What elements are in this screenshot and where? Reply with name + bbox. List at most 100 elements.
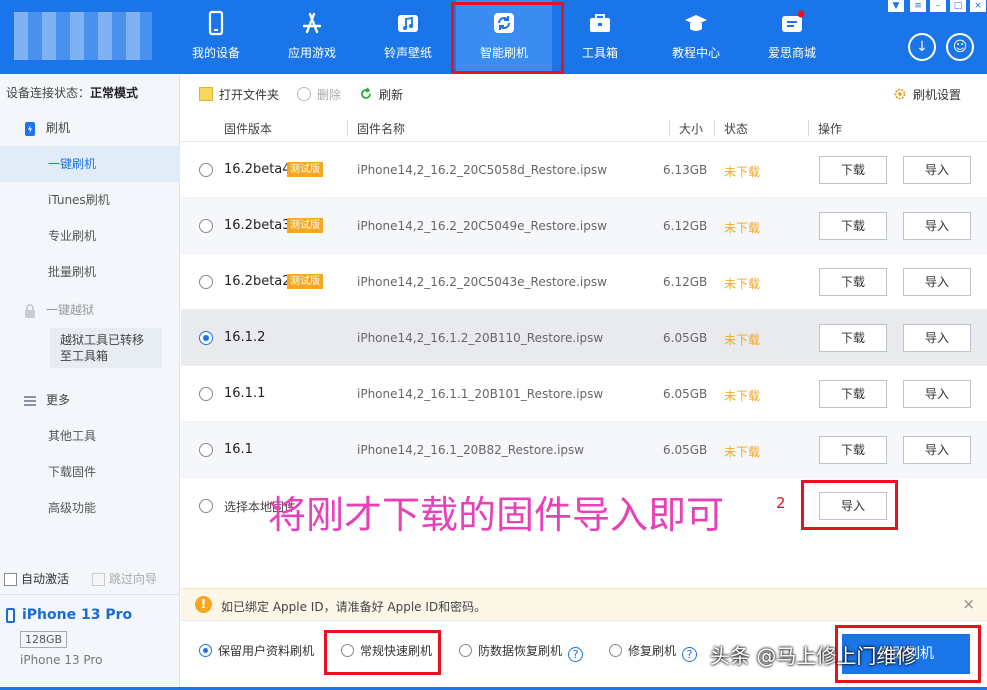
- row-radio[interactable]: [199, 387, 213, 401]
- table-row[interactable]: 16.1 iPhone14,2_16.1_20B82_Restore.ipsw …: [181, 422, 987, 478]
- import-button[interactable]: 导入: [903, 156, 971, 184]
- delete-button[interactable]: 删除: [297, 86, 341, 103]
- open-folder-button[interactable]: 打开文件夹: [199, 86, 279, 103]
- nav-store[interactable]: 爱思商城: [744, 0, 840, 74]
- mode-quick[interactable]: 常规快速刷机: [341, 642, 432, 659]
- download-button[interactable]: 下载: [819, 436, 887, 464]
- nav-tutorials[interactable]: 教程中心: [648, 0, 744, 74]
- row-radio[interactable]: [199, 163, 213, 177]
- refresh-button[interactable]: 刷新: [359, 86, 403, 103]
- beta-badge: 测试版: [287, 162, 323, 177]
- nav-ringtones[interactable]: 铃声壁纸: [360, 0, 456, 74]
- download-button[interactable]: 下载: [819, 268, 887, 296]
- toolbar: 打开文件夹 删除 刷新 刷机设置: [181, 74, 987, 114]
- row-radio[interactable]: [199, 331, 213, 345]
- mode-radio[interactable]: [341, 644, 354, 657]
- mode-radio[interactable]: [199, 644, 212, 657]
- annotation-number: 2: [776, 494, 786, 512]
- nav-label: 工具箱: [581, 46, 618, 60]
- row-radio[interactable]: [199, 275, 213, 289]
- status-value: 正常模式: [90, 86, 139, 100]
- sidebar-item-pro-flash[interactable]: 专业刷机: [0, 218, 180, 254]
- sidebar-head-flash: 刷机: [22, 110, 70, 146]
- nav-label: 应用游戏: [287, 46, 336, 60]
- nav-my-device[interactable]: 我的设备: [168, 0, 264, 74]
- menu-icon[interactable]: ▼: [888, 0, 904, 12]
- import-button[interactable]: 导入: [903, 436, 971, 464]
- sidebar-item-download-firmware[interactable]: 下载固件: [0, 454, 180, 490]
- auto-activate-checkbox[interactable]: 自动激活: [4, 570, 69, 587]
- sidebar-head-label: 刷机: [46, 121, 71, 135]
- apple-id-notice: ! 如已绑定 Apple ID，请准备好 Apple ID和密码。 ×: [181, 588, 987, 620]
- sidebar-item-itunes-flash[interactable]: iTunes刷机: [0, 182, 180, 218]
- row-radio[interactable]: [199, 443, 213, 457]
- import-button[interactable]: 导入: [903, 380, 971, 408]
- mode-anti-recovery[interactable]: 防数据恢复刷机?: [459, 642, 584, 662]
- mode-radio[interactable]: [609, 644, 622, 657]
- mode-label: 保留用户资料刷机: [218, 644, 315, 658]
- import-button[interactable]: 导入: [903, 212, 971, 240]
- minimize-icon[interactable]: –: [930, 0, 946, 12]
- col-divider: [808, 120, 809, 136]
- skip-guide-checkbox[interactable]: 跳过向导: [92, 570, 157, 587]
- table-row[interactable]: 16.2beta2 测试版 iPhone14,2_16.2_20C5043e_R…: [181, 254, 987, 310]
- sidebar: 设备连接状态：正常模式 刷机 一键刷机 iTunes刷机 专业刷机 批量刷机 一…: [0, 74, 180, 690]
- import-button[interactable]: 导入: [903, 268, 971, 296]
- status-label: 设备连接状态：: [6, 86, 91, 100]
- table-row-selected[interactable]: 16.1.2 iPhone14,2_16.1.2_20B110_Restore.…: [181, 310, 987, 366]
- firmware-size: 6.12GB: [663, 219, 708, 233]
- firmware-status: 未下载: [724, 165, 761, 179]
- refresh-icon: [361, 87, 371, 99]
- flash-phone-icon: [25, 121, 35, 136]
- mode-repair[interactable]: 修复刷机?: [609, 642, 698, 662]
- device-phone-icon: [6, 608, 15, 623]
- checkbox-box[interactable]: [4, 573, 17, 586]
- sidebar-item-one-click-flash[interactable]: 一键刷机: [0, 146, 180, 182]
- nav-apps-games[interactable]: 应用游戏: [264, 0, 360, 74]
- close-icon[interactable]: ×: [962, 595, 975, 613]
- download-icon[interactable]: ↓: [908, 33, 936, 61]
- download-button[interactable]: 下载: [819, 212, 887, 240]
- close-icon[interactable]: ×: [970, 0, 986, 12]
- checkbox-label: 跳过向导: [109, 572, 158, 586]
- flash-settings-button[interactable]: 刷机设置: [893, 86, 961, 103]
- sidebar-item-advanced[interactable]: 高级功能: [0, 490, 180, 526]
- firmware-size: 6.05GB: [663, 387, 708, 401]
- checkbox-box[interactable]: [92, 573, 105, 586]
- nav-smart-flash[interactable]: 智能刷机: [456, 0, 552, 74]
- local-import-button[interactable]: 导入: [819, 492, 887, 520]
- delete-icon: [297, 87, 311, 101]
- beta-badge: 测试版: [287, 218, 323, 233]
- refresh-icon: [494, 13, 514, 33]
- download-button[interactable]: 下载: [819, 156, 887, 184]
- table-row[interactable]: 16.2beta4 测试版 iPhone14,2_16.2_20C5058d_R…: [181, 142, 987, 198]
- help-icon[interactable]: ?: [568, 647, 584, 662]
- import-button[interactable]: 导入: [903, 324, 971, 352]
- col-divider: [347, 120, 348, 136]
- download-button[interactable]: 下载: [819, 324, 887, 352]
- table-row[interactable]: 16.1.1 iPhone14,2_16.1.1_20B101_Restore.…: [181, 366, 987, 422]
- row-radio[interactable]: [199, 499, 213, 513]
- help-icon[interactable]: ?: [682, 647, 698, 662]
- settings-icon[interactable]: ≡: [910, 0, 926, 12]
- table-row[interactable]: 16.2beta3 测试版 iPhone14,2_16.2_20C5049e_R…: [181, 198, 987, 254]
- firmware-version: 16.2beta2: [224, 274, 291, 289]
- col-name: 固件名称: [357, 122, 406, 136]
- firmware-version: 16.1: [224, 442, 253, 457]
- download-button[interactable]: 下载: [819, 380, 887, 408]
- user-icon[interactable]: ☺: [946, 33, 974, 61]
- mode-label: 修复刷机: [628, 644, 677, 658]
- button-label: 删除: [317, 88, 342, 102]
- maximize-icon[interactable]: □: [950, 0, 966, 12]
- phone-icon: [208, 10, 224, 36]
- sidebar-item-other-tools[interactable]: 其他工具: [0, 418, 180, 454]
- device-info: iPhone 13 Pro 128GB iPhone 13 Pro: [0, 594, 180, 690]
- sidebar-item-batch-flash[interactable]: 批量刷机: [0, 254, 180, 290]
- connection-status: 设备连接状态：正常模式: [6, 84, 138, 101]
- tutorial-overlay-text: 将刚才下载的固件导入即可: [268, 493, 725, 537]
- app-logo: [14, 12, 152, 60]
- nav-toolbox[interactable]: 工具箱: [552, 0, 648, 74]
- row-radio[interactable]: [199, 219, 213, 233]
- mode-keep-data[interactable]: 保留用户资料刷机: [199, 642, 314, 659]
- mode-radio[interactable]: [459, 644, 472, 657]
